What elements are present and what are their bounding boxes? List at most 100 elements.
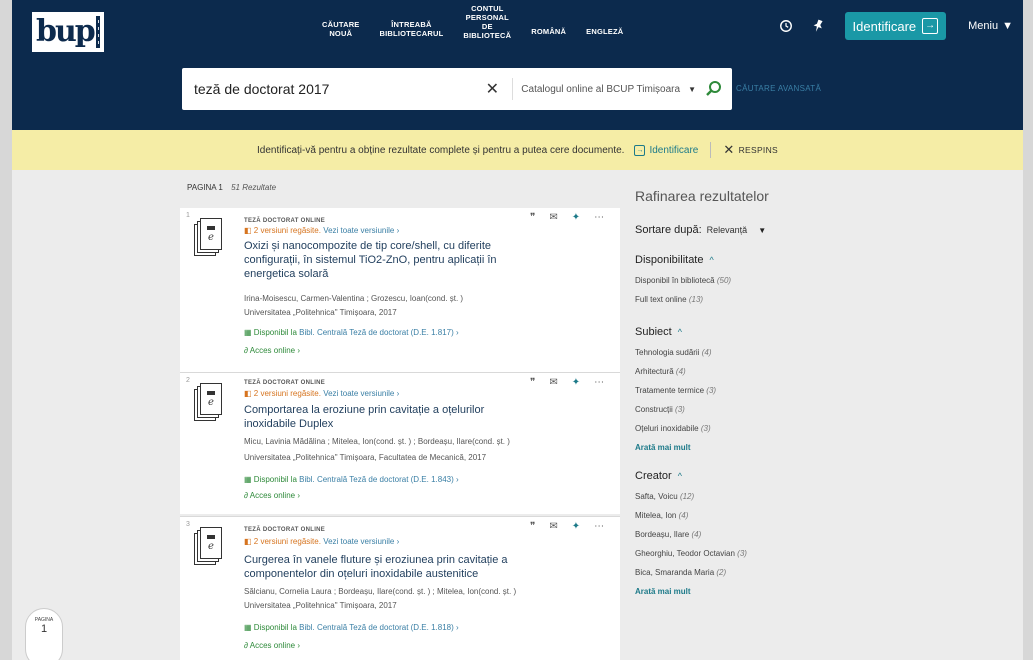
versions-icon: ◧: [244, 226, 252, 235]
email-icon[interactable]: ✉: [549, 521, 557, 532]
result-versions: ◧ 2 versiuni regăsite. Vezi toate versiu…: [244, 537, 400, 546]
results-count: 51 Rezultate: [231, 183, 277, 192]
logo-text: bup: [36, 14, 96, 49]
thesis-thumbnail-icon: e: [194, 218, 224, 256]
search-button[interactable]: [696, 80, 732, 98]
advanced-search-link[interactable]: CĂUTARE AVANSATĂ: [736, 84, 821, 93]
more-icon[interactable]: ⋯: [594, 521, 604, 532]
page: bup CĂUTARE NOUĂ ÎNTREABĂ BIBLIOTECARUL …: [0, 0, 1033, 660]
pin-icon[interactable]: ✦: [572, 212, 580, 223]
email-icon[interactable]: ✉: [549, 212, 557, 223]
facet-availability-header[interactable]: Disponibilitate ^: [635, 254, 875, 266]
page-indicator[interactable]: PAGINA 1: [25, 608, 63, 660]
nav-lang-romanian[interactable]: ROMÂNĂ: [521, 9, 576, 36]
result-availability[interactable]: ▦ Disponibil la Bibl. Centrală Teză de d…: [244, 623, 459, 632]
facets-sidebar: Rafinarea rezultatelor Sortare după: Rel…: [635, 188, 875, 596]
chevron-up-icon: ^: [677, 471, 682, 481]
top-header: bup CĂUTARE NOUĂ ÎNTREABĂ BIBLIOTECARUL …: [12, 0, 1023, 130]
left-gutter: [0, 0, 12, 660]
result-card[interactable]: 3 e TEZĂ DOCTORAT ONLINE ◧ 2 versiuni re…: [180, 517, 620, 660]
nav-ask-librarian[interactable]: ÎNTREABĂ BIBLIOTECARUL: [370, 6, 454, 38]
result-availability[interactable]: ▦ Disponibil la Bibl. Centrală Teză de d…: [244, 475, 459, 484]
versions-link[interactable]: Vezi toate versiunile ›: [323, 226, 399, 235]
facet-item[interactable]: Bica, Smaranda Maria (2): [635, 568, 875, 577]
result-actions: ❞ ✉ ✦ ⋯: [530, 377, 604, 388]
nav-new-search[interactable]: CĂUTARE NOUĂ: [312, 6, 370, 38]
more-icon[interactable]: ⋯: [594, 377, 604, 388]
facet-item[interactable]: Tratamente termice (3): [635, 386, 875, 395]
link-icon: ∂: [244, 641, 248, 650]
result-online-access[interactable]: ∂ Acces online ›: [244, 491, 300, 500]
login-button[interactable]: Identificare →: [844, 12, 947, 40]
result-number: 1: [186, 212, 190, 219]
facet-item[interactable]: Safta, Voicu (12): [635, 492, 875, 501]
search-divider: [512, 78, 514, 100]
chevron-up-icon: ^: [709, 255, 714, 265]
versions-link[interactable]: Vezi toate versiunile ›: [323, 389, 399, 398]
result-authors: Irina-Moisescu, Carmen-Valentina ; Groze…: [244, 294, 464, 303]
nav-lang-english[interactable]: ENGLEZĂ: [576, 9, 633, 36]
library-logo[interactable]: bup: [32, 12, 104, 52]
banner-message: Identificați-vă pentru a obține rezultat…: [257, 144, 625, 156]
pin-icon[interactable]: [805, 13, 831, 39]
cite-icon[interactable]: ❞: [530, 212, 535, 223]
facet-item[interactable]: Full text online (13): [635, 295, 875, 304]
cite-icon[interactable]: ❞: [530, 521, 535, 532]
facet-item[interactable]: Mitelea, Ion (4): [635, 511, 875, 520]
facet-item[interactable]: Construcții (3): [635, 405, 875, 414]
menu-button[interactable]: Meniu ▼: [968, 20, 1013, 32]
facet-item[interactable]: Gheorghiu, Teodor Octavian (3): [635, 549, 875, 558]
result-title[interactable]: Curgerea în vanele fluture și eroziunea …: [244, 553, 534, 581]
pin-icon[interactable]: ✦: [572, 377, 580, 388]
result-authors: Micu, Lavinia Mădălina ; Mitelea, Ion(co…: [244, 437, 510, 446]
banner-login-link[interactable]: → Identificare: [634, 144, 698, 156]
facet-item[interactable]: Bordeașu, Ilare (4): [635, 530, 875, 539]
result-availability[interactable]: ▦ Disponibil la Bibl. Centrală Teză de d…: [244, 328, 459, 337]
main-nav: CĂUTARE NOUĂ ÎNTREABĂ BIBLIOTECARUL CONT…: [312, 4, 633, 40]
more-icon[interactable]: ⋯: [594, 212, 604, 223]
facet-subject-header[interactable]: Subiect ^: [635, 326, 875, 338]
result-online-access[interactable]: ∂ Acces online ›: [244, 346, 300, 355]
sort-value: Relevanță: [706, 225, 748, 235]
result-number: 2: [186, 377, 190, 384]
sort-label: Sortare după:: [635, 224, 702, 236]
result-type: TEZĂ DOCTORAT ONLINE: [244, 218, 326, 224]
facet-item[interactable]: Oțeluri inoxidabile (3): [635, 424, 875, 433]
result-type: TEZĂ DOCTORAT ONLINE: [244, 380, 326, 386]
pin-icon[interactable]: ✦: [572, 521, 580, 532]
result-card[interactable]: 1 e TEZĂ DOCTORAT ONLINE ◧ 2 versiuni re…: [180, 208, 620, 372]
banner-dismiss-button[interactable]: ✕ RESPINS: [723, 142, 778, 158]
sort-control[interactable]: Sortare după: Relevanță ▼: [635, 224, 875, 236]
login-banner: Identificați-vă pentru a obține rezultat…: [12, 130, 1023, 170]
login-label: Identificare: [852, 18, 917, 34]
link-icon: ∂: [244, 491, 248, 500]
facet-item[interactable]: Tehnologia sudării (4): [635, 348, 875, 357]
cite-icon[interactable]: ❞: [530, 377, 535, 388]
facet-item[interactable]: Arhitectură (4): [635, 367, 875, 376]
chevron-up-icon: ^: [677, 327, 682, 337]
clear-search-icon[interactable]: ✕: [480, 79, 504, 99]
facet-item[interactable]: Disponibil în bibliotecă (50): [635, 276, 875, 285]
history-icon[interactable]: [773, 13, 799, 39]
result-online-access[interactable]: ∂ Acces online ›: [244, 641, 300, 650]
logo-mark: [95, 16, 100, 48]
result-card[interactable]: 2 e TEZĂ DOCTORAT ONLINE ◧ 2 versiuni re…: [180, 373, 620, 514]
sign-in-icon: →: [922, 18, 939, 34]
link-icon: ∂: [244, 346, 248, 355]
facet-creator-header[interactable]: Creator ^: [635, 470, 875, 482]
result-authors: Sălcianu, Cornelia Laura ; Bordeașu, Ila…: [244, 587, 517, 596]
search-scope-select[interactable]: Catalogul online al BCUP Timișoara ▼: [521, 84, 696, 95]
facets-title: Rafinarea rezultatelor: [635, 188, 769, 204]
subject-show-more-link[interactable]: Arată mai mult: [635, 443, 875, 452]
versions-link[interactable]: Vezi toate versiunile ›: [323, 537, 399, 546]
search-input[interactable]: [182, 81, 481, 97]
creator-show-more-link[interactable]: Arată mai mult: [635, 587, 875, 596]
result-title[interactable]: Oxizi și nanocompozite de tip core/shell…: [244, 239, 534, 281]
right-gutter: [1023, 0, 1033, 660]
result-actions: ❞ ✉ ✦ ⋯: [530, 521, 604, 532]
search-icon: [706, 81, 721, 96]
menu-label: Meniu: [968, 20, 999, 32]
email-icon[interactable]: ✉: [549, 377, 557, 388]
result-title[interactable]: Comportarea la eroziune prin cavitație a…: [244, 403, 534, 431]
nav-library-account[interactable]: CONTUL PERSONAL DE BIBLIOTECĂ: [453, 4, 521, 40]
